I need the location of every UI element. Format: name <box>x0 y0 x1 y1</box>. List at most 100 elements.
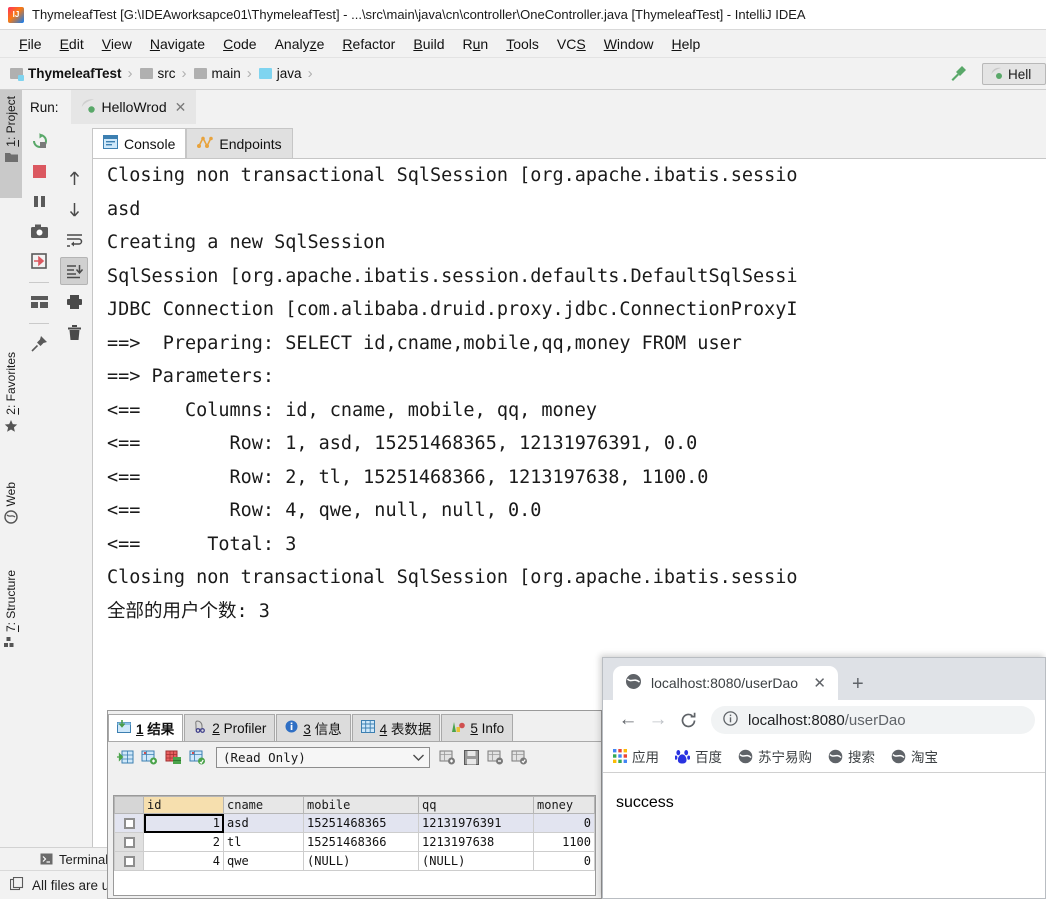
cell-id[interactable]: 2 <box>143 832 224 852</box>
menu-refactor[interactable]: Refactor <box>333 34 404 54</box>
cell-qq[interactable]: 12131976391 <box>418 813 534 833</box>
run-configuration-selector[interactable]: Hell <box>982 63 1046 85</box>
cell-id[interactable]: 1 <box>143 813 224 833</box>
cell-money[interactable]: 0 <box>533 813 595 833</box>
menu-code[interactable]: Code <box>214 34 265 54</box>
sidebar-item-web[interactable]: Web <box>0 480 22 552</box>
bookmark-suning[interactable]: 苏宁易购 <box>738 746 812 766</box>
scroll-to-end-icon[interactable] <box>60 257 88 285</box>
bookmark-baidu[interactable]: 百度 <box>675 746 722 766</box>
cell-qq[interactable]: 1213197638 <box>418 832 534 852</box>
menu-tools[interactable]: Tools <box>497 34 548 54</box>
plus-icon[interactable]: + <box>852 674 864 694</box>
arrow-right-icon[interactable]: → <box>643 705 673 735</box>
column-header-mobile[interactable]: mobile <box>303 796 419 814</box>
menu-build[interactable]: Build <box>404 34 453 54</box>
rollback-icon[interactable] <box>484 746 506 768</box>
column-header-cname[interactable]: cname <box>223 796 304 814</box>
browser-tab[interactable]: localhost:8080/userDao ✕ <box>613 666 838 700</box>
delete-row-icon[interactable] <box>162 746 184 768</box>
breadcrumb-item-java[interactable]: java <box>258 66 302 81</box>
bookmark-taobao[interactable]: 淘宝 <box>891 746 938 766</box>
cell-money[interactable]: 0 <box>533 851 595 871</box>
save-icon[interactable] <box>460 746 482 768</box>
down-arrow-icon[interactable] <box>60 195 88 223</box>
sidebar-item-project[interactable]: 1: Project <box>0 90 22 198</box>
menu-navigate[interactable]: Navigate <box>141 34 214 54</box>
cell-qq[interactable]: (NULL) <box>418 851 534 871</box>
hammer-icon[interactable] <box>948 62 970 87</box>
console-tab-bar: Console Endpoints <box>56 124 1046 158</box>
breadcrumb-label: java <box>276 66 302 81</box>
menu-run[interactable]: Run <box>454 34 498 54</box>
dump-threads-icon[interactable] <box>26 248 52 274</box>
table-row[interactable]: 4 qwe (NULL) (NULL) 0 <box>114 851 595 871</box>
address-bar[interactable]: localhost:8080/userDao <box>711 706 1035 734</box>
address-bar-text: localhost:8080/userDao <box>748 711 906 729</box>
menu-help[interactable]: Help <box>663 34 710 54</box>
pin-icon[interactable] <box>26 330 52 356</box>
cell-money[interactable]: 1100 <box>533 832 595 852</box>
breadcrumb-item-main[interactable]: main <box>193 66 241 81</box>
close-icon[interactable]: ✕ <box>807 674 832 692</box>
cell-cname[interactable]: tl <box>223 832 304 852</box>
submit-icon[interactable] <box>436 746 458 768</box>
db-tab-table-data[interactable]: 4 表数据 <box>351 714 441 741</box>
database-result-grid[interactable]: id cname mobile qq money 1 asd 152514683… <box>113 795 596 896</box>
camera-icon[interactable] <box>26 218 52 244</box>
bookmark-search[interactable]: 搜索 <box>828 746 875 766</box>
row-selector-checkbox[interactable] <box>114 813 144 833</box>
db-tab-info-chart[interactable]: 5 Info <box>441 714 514 741</box>
print-icon[interactable] <box>60 288 88 316</box>
rerun-icon[interactable] <box>26 128 52 154</box>
sidebar-item-structure[interactable]: 7: Structure <box>0 568 22 688</box>
layout-icon[interactable] <box>26 289 52 315</box>
cell-cname[interactable]: asd <box>223 813 304 833</box>
stop-icon[interactable] <box>26 158 52 184</box>
run-tab-hellowrod[interactable]: HelloWrod ✕ <box>70 90 197 124</box>
console-line: <== Total: 3 <box>107 533 297 555</box>
add-row-icon[interactable] <box>114 746 136 768</box>
cell-mobile[interactable]: (NULL) <box>303 851 419 871</box>
table-row[interactable]: 1 asd 15251468365 12131976391 0 <box>114 813 595 833</box>
db-tab-results[interactable]: 1 结果 <box>108 714 184 741</box>
arrow-left-icon[interactable]: ← <box>613 705 643 735</box>
refresh-icon[interactable] <box>508 746 530 768</box>
read-only-mode-select[interactable]: (Read Only) <box>216 746 430 768</box>
cell-cname[interactable]: qwe <box>223 851 304 871</box>
menu-window[interactable]: Window <box>595 34 663 54</box>
column-header-id[interactable]: id <box>143 796 224 814</box>
trash-icon[interactable] <box>60 319 88 347</box>
menu-analyze[interactable]: Analyze <box>266 34 334 54</box>
table-corner-header[interactable] <box>114 796 144 814</box>
reload-icon[interactable] <box>673 705 703 735</box>
table-row[interactable]: 2 tl 15251468366 1213197638 1100 <box>114 832 595 852</box>
row-selector-checkbox[interactable] <box>114 832 144 852</box>
row-selector-checkbox[interactable] <box>114 851 144 871</box>
db-tab-info[interactable]: 3 信息 <box>276 714 351 741</box>
cell-id[interactable]: 4 <box>143 851 224 871</box>
cell-mobile[interactable]: 15251468365 <box>303 813 419 833</box>
menu-view[interactable]: View <box>93 34 141 54</box>
pause-icon[interactable] <box>26 188 52 214</box>
up-arrow-icon[interactable] <box>60 164 88 192</box>
tab-endpoints[interactable]: Endpoints <box>186 128 293 158</box>
cell-mobile[interactable]: 15251468366 <box>303 832 419 852</box>
menu-edit[interactable]: Edit <box>51 34 93 54</box>
breadcrumb-item-project[interactable]: ThymeleafTest <box>10 66 122 81</box>
column-header-money[interactable]: money <box>533 796 595 814</box>
close-icon[interactable]: ✕ <box>175 100 187 114</box>
bookmark-apps[interactable]: 应用 <box>613 746 659 766</box>
clone-row-icon[interactable] <box>138 746 160 768</box>
menu-vcs[interactable]: VCS <box>548 34 595 54</box>
tab-console[interactable]: Console <box>92 128 187 158</box>
menu-file[interactable]: File <box>10 34 51 54</box>
info-circle-icon[interactable] <box>723 711 738 729</box>
column-header-qq[interactable]: qq <box>418 796 534 814</box>
revert-row-icon[interactable] <box>186 746 208 768</box>
breadcrumb-item-src[interactable]: src <box>139 66 176 81</box>
soft-wrap-icon[interactable] <box>60 226 88 254</box>
sidebar-item-favorites[interactable]: 2: Favorites <box>0 350 22 468</box>
db-tab-profiler[interactable]: 2 Profiler <box>184 714 276 741</box>
bottom-tab-terminal[interactable]: Terminal <box>40 852 108 867</box>
